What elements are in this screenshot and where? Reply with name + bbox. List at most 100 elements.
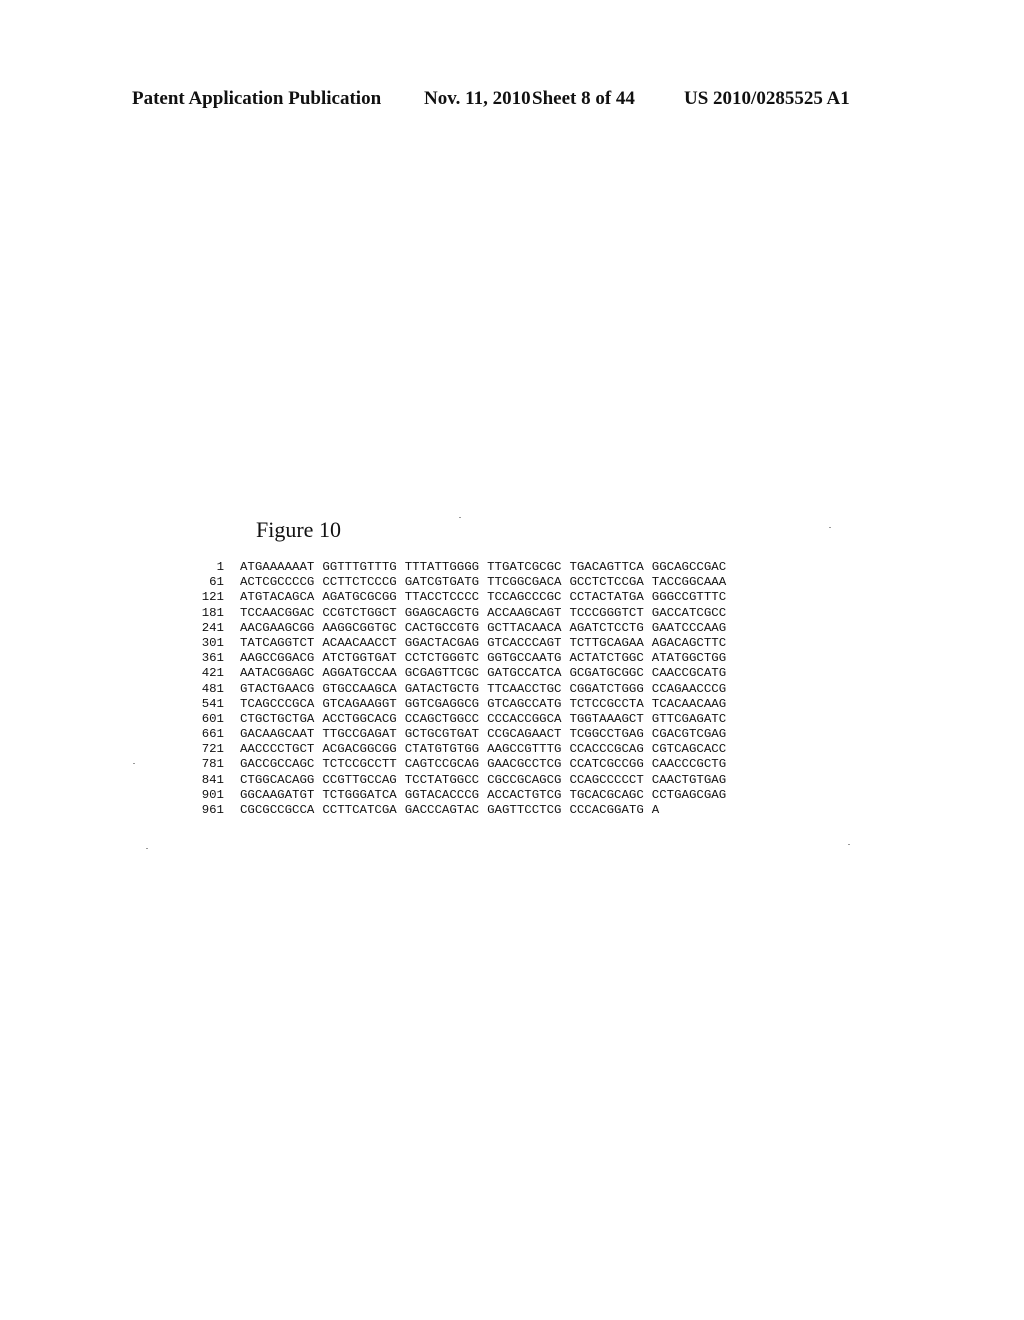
sequence-segment: GATGCCATCA [487,666,562,681]
sequence-segment: CCGCAGAACT [487,727,562,742]
position-number: 61 [209,575,224,590]
sequence-row: 661 GACAAGCAAT TTGCCGAGAT GCTGCGTGAT CCGCAGA… [190,727,734,742]
sequence-row: 721 AACCCCTGCT ACGACGGCGG CTATGTGTGG AAGCCGT… [190,742,734,757]
sequence-segment: CGGATCTGGG [569,681,644,696]
scan-speck [146,848,148,849]
sequence-segment: CTGGCACAGG [240,772,315,787]
sequence-row: 961 CGCGCCGCCA CCTTCATCGA GACCCAGTAC GAGTTCC… [190,803,734,818]
sequence-segment: GTCACCCAGT [487,635,562,650]
sequence-segment: TTGATCGCGC [487,560,562,574]
position-number: 601 [201,711,224,726]
sequence-segment: GATACTGCTG [404,681,480,696]
sequence-segment: TCGGCCTGAG [569,727,644,742]
sequence-segment: TCCTATGGCC [404,772,480,787]
sequence-segment: GGAGCAGCTG [404,605,480,620]
sequence-segment: AGATCTCCTG [569,620,644,635]
position-number: 361 [201,651,224,666]
sequence-segment: ACCAAGCAGT [487,605,562,620]
sequence-segment: ACCTGGCACG [322,711,397,726]
sequence-segment: ATCTGGTGAT [322,651,397,666]
patent-number: US 2010/0285525 A1 [684,88,850,109]
figure-title: Figure 10 [256,517,341,542]
sheet-number: Sheet 8 of 44 [532,88,635,109]
position-number: 1 [216,560,224,574]
sequence-segment: GTGCCAAGCA [322,681,397,696]
sequence-segment: GCCTCTCCGA [569,575,644,590]
sequence-row: 541 TCAGCCCGCA GTCAGAAGGT GGTCGAGGCG GTCAGCC… [190,697,734,712]
sequence-segment: TTCGGCGACA [487,575,562,590]
sequence-segment: GATCGTGATG [404,575,480,590]
sequence-row: 241 AACGAAGCGG AAGGCGGTGC CACTGCCGTG GCTTACA… [190,621,734,636]
sequence-row: 901 GGCAAGATGT TCTGGGATCA GGTACACCCG ACCACTG… [190,788,734,803]
sequence-segment: TGCACGCAGC [569,787,644,802]
sequence-segment: TATCAGGTCT [240,635,315,650]
sequence-segment: TCTCCGCCTA [569,696,644,711]
sequence-segment: CCAGAACCCG [651,681,727,696]
sequence-segment: GGACTACGAG [404,635,480,650]
sequence-segment: GGCAGCCGAC [651,560,727,574]
sequence-segment: CCTTCATCGA [322,803,397,817]
sequence-segment: ATGTACAGCA [240,590,315,605]
position-number: 961 [201,803,224,817]
sequence-segment: TCACAACAAG [651,696,727,711]
sequence-listing: 1 ATGAAAAAAT GGTTTGTTTG TTTATTGGGG TTGATCGCG… [190,560,734,818]
sequence-segment: CGCGCCGCCA [240,803,315,817]
sequence-segment: GAGTTCCTCG [487,803,562,817]
sequence-segment: CCGTTGCCAG [322,772,397,787]
sequence-segment: ACCACTGTCG [487,787,562,802]
sequence-segment: AACCCCTGCT [240,742,315,757]
sequence-segment: AGGATGCCAA [322,666,397,681]
sequence-row: 61 ACTCGCCCCG CCTTCTCCCG GATCGTGATG TTCGGCGA… [190,575,734,590]
sequence-segment: GTCAGCCATG [487,696,562,711]
sequence-row: 781 GACCGCCAGC TCTCCGCCTT CAGTCCGCAG GAACGCC… [190,757,734,772]
position-number: 181 [201,605,224,620]
sequence-segment: CCTGAGCGAG [651,787,727,802]
sequence-segment: GACCATCGCC [651,605,727,620]
sequence-segment: TCAGCCCGCA [240,696,315,711]
position-number: 541 [201,696,224,711]
sequence-segment: TCTCCGCCTT [322,757,397,772]
position-number: 841 [201,772,224,787]
publication-date: Nov. 11, 2010 [424,88,531,109]
sequence-segment: TCCAGCCCGC [487,590,562,605]
sequence-row: 361 AAGCCGGACG ATCTGGTGAT CCTCTGGGTC GGTGCCA… [190,651,734,666]
position-number: 781 [201,757,224,772]
sequence-segment: GCTGCGTGAT [404,727,480,742]
sequence-segment: A [651,803,660,817]
sequence-segment: CAACTGTGAG [651,772,727,787]
sequence-row: 301 TATCAGGTCT ACAACAACCT GGACTACGAG GTCACCC… [190,636,734,651]
scan-speck [459,517,461,518]
sequence-segment: AATACGGAGC [240,666,315,681]
sequence-segment: TACCGGCAAA [651,575,727,590]
position-number: 421 [201,666,224,681]
sequence-segment: GGTTTGTTTG [322,560,397,574]
sequence-segment: CCATCGCCGG [569,757,644,772]
publication-label: Patent Application Publication [132,88,382,109]
sequence-segment: AGACAGCTTC [651,635,727,650]
sequence-segment: ACTATCTGGC [569,651,644,666]
sequence-row: 481 GTACTGAACG GTGCCAAGCA GATACTGCTG TTCAACC… [190,682,734,697]
sequence-segment: CCGTCTGGCT [322,605,397,620]
sequence-segment: AGATGCGCGG [322,590,397,605]
sequence-segment: GACAAGCAAT [240,727,315,742]
sequence-segment: ATGAAAAAAT [240,560,315,574]
sequence-segment: CCTCTGGGTC [404,651,480,666]
sequence-segment: ACAACAACCT [322,635,397,650]
sequence-segment: ACGACGGCGG [322,742,397,757]
sequence-segment: CCTTCTCCCG [322,575,397,590]
sequence-segment: TTTATTGGGG [404,560,480,574]
scan-speck [829,527,831,528]
sequence-segment: GACCGCCAGC [240,757,315,772]
sequence-segment: TGACAGTTCA [569,560,644,574]
scan-speck [848,844,850,845]
position-number: 301 [201,635,224,650]
sequence-segment: CCAGCCCCCT [569,772,644,787]
sequence-segment: GGTGCCAATG [487,651,562,666]
position-number: 901 [201,787,224,802]
sequence-segment: GGCAAGATGT [240,787,315,802]
position-number: 121 [201,590,224,605]
sequence-segment: GCGAGTTCGC [404,666,480,681]
position-number: 241 [201,620,224,635]
sequence-segment: GGGCCGTTTC [651,590,727,605]
sequence-segment: AACGAAGCGG [240,620,315,635]
